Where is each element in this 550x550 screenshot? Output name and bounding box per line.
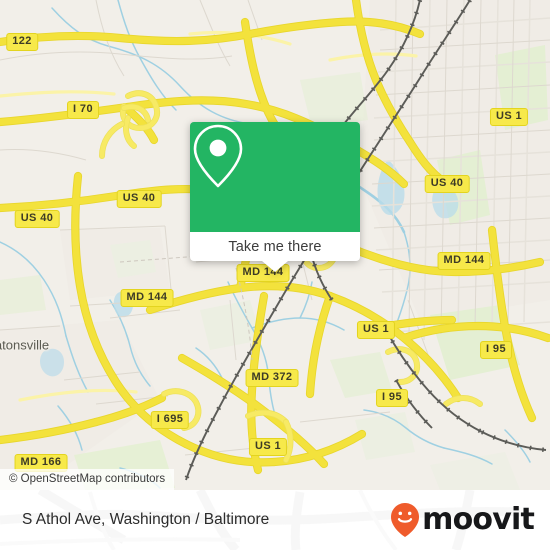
road-shield: I 695 xyxy=(150,411,190,429)
road-shield: US 1 xyxy=(356,321,396,339)
road-shield: MD 144 xyxy=(120,289,174,307)
map-screenshot: .w { fill:none; stroke:#9fd0e2; stroke-w… xyxy=(0,0,550,550)
road-shield: US 40 xyxy=(424,175,470,193)
map-pin-icon xyxy=(193,124,243,188)
road-shield: US 1 xyxy=(489,108,529,126)
road-shield: I 95 xyxy=(480,341,512,359)
road-shield: US 1 xyxy=(248,438,288,456)
take-me-there-label: Take me there xyxy=(228,238,322,255)
place-label: atonsville xyxy=(0,337,50,353)
bottom-info-bar: S Athol Ave, Washington / Baltimore moov… xyxy=(0,490,550,550)
callout-action-area[interactable]: Take me there xyxy=(190,232,360,272)
road-shield: MD 144 xyxy=(437,252,491,270)
callout-icon-area xyxy=(190,122,360,232)
road-shield: 122 xyxy=(6,33,38,51)
moovit-brand[interactable]: moovit xyxy=(390,502,535,538)
road-shield: MD 372 xyxy=(245,369,299,387)
map-canvas[interactable]: .w { fill:none; stroke:#9fd0e2; stroke-w… xyxy=(0,0,550,490)
road-shield: US 40 xyxy=(14,210,60,228)
callout-pointer-tip xyxy=(262,261,288,272)
road-shield: I 70 xyxy=(67,101,99,119)
moovit-wordmark: moovit xyxy=(422,502,535,537)
osm-attribution[interactable]: © OpenStreetMap contributors xyxy=(0,469,175,490)
moovit-pin-smiley-icon xyxy=(391,503,420,537)
location-title: S Athol Ave, Washington / Baltimore xyxy=(22,511,270,528)
destination-callout-card[interactable]: Take me there xyxy=(190,122,360,272)
road-shield: I 95 xyxy=(376,389,408,407)
road-shield: US 40 xyxy=(116,190,162,208)
